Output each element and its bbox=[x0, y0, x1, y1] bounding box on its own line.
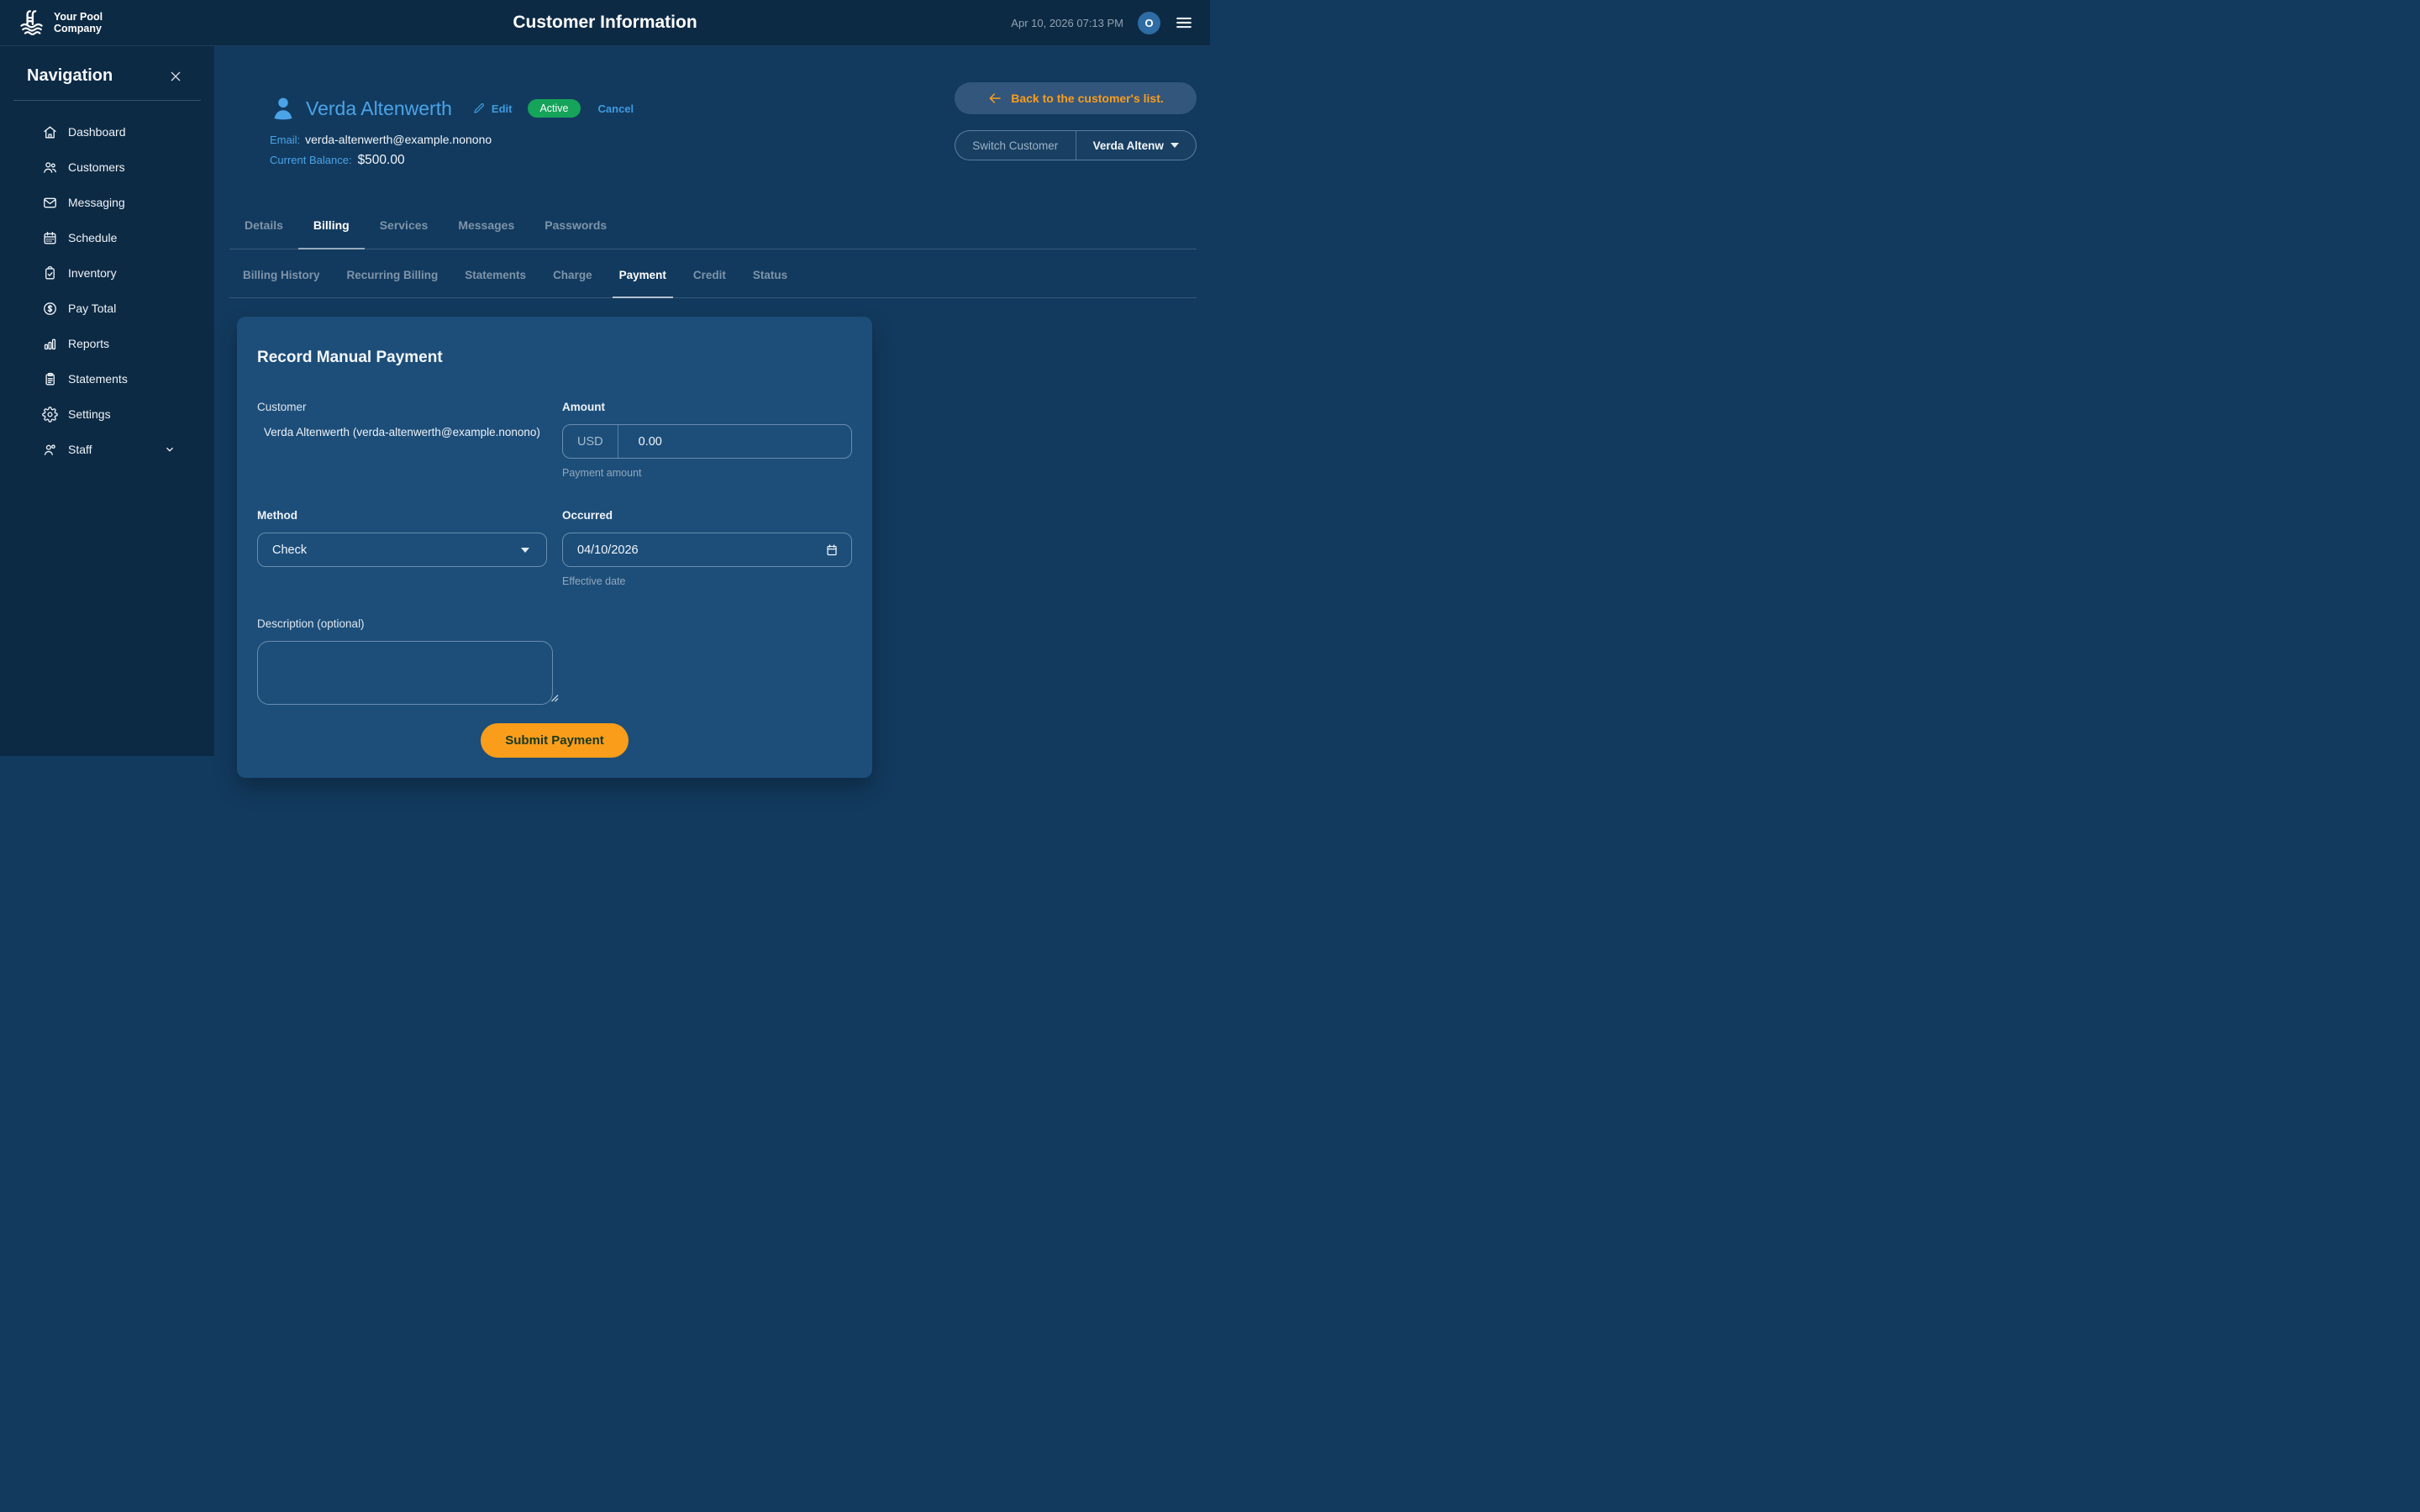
billing-subtabs: Billing HistoryRecurring BillingStatemen… bbox=[229, 249, 1197, 298]
arrow-left-icon bbox=[987, 91, 1002, 106]
resize-handle-icon[interactable] bbox=[550, 691, 559, 706]
switch-customer-label: Switch Customer bbox=[955, 131, 1076, 160]
record-payment-card: Record Manual Payment Customer Verda Alt… bbox=[237, 317, 872, 778]
sidebar-item-reports[interactable]: Reports bbox=[0, 326, 214, 361]
subtab-status[interactable]: Status bbox=[739, 249, 801, 297]
user-avatar[interactable]: O bbox=[1138, 12, 1160, 34]
customer-tabs: DetailsBillingServicesMessagesPasswords bbox=[229, 218, 1197, 249]
home-icon bbox=[42, 124, 58, 140]
edit-customer-button[interactable]: Edit bbox=[472, 102, 513, 115]
amount-helper: Payment amount bbox=[562, 467, 852, 479]
subtab-billing-history[interactable]: Billing History bbox=[229, 249, 334, 297]
balance-value: $500.00 bbox=[358, 153, 405, 167]
switch-customer-control[interactable]: Switch Customer Verda Altenw bbox=[955, 130, 1197, 160]
cancel-customer-link[interactable]: Cancel bbox=[598, 102, 634, 115]
sidebar-nav: Dashboard Customers Messaging Schedule bbox=[0, 114, 214, 467]
app-header: Your Pool Company Customer Information A… bbox=[0, 0, 1210, 46]
bar-chart-icon bbox=[42, 336, 58, 352]
tab-services[interactable]: Services bbox=[365, 218, 444, 249]
amount-input-group: USD bbox=[562, 424, 852, 459]
customer-field-value: Verda Altenwerth (verda-altenwerth@examp… bbox=[264, 425, 541, 441]
email-label: Email: bbox=[270, 134, 300, 146]
chevron-down-icon bbox=[164, 444, 176, 455]
method-select[interactable]: Check bbox=[257, 533, 547, 567]
sidebar-item-schedule[interactable]: Schedule bbox=[0, 220, 214, 255]
occurred-input-group bbox=[562, 533, 852, 567]
method-selected-value: Check bbox=[258, 543, 307, 557]
sidebar: Navigation Dashboard Customers bbox=[0, 46, 214, 756]
sidebar-item-pay-total[interactable]: Pay Total bbox=[0, 291, 214, 326]
hamburger-menu-icon[interactable] bbox=[1175, 13, 1193, 32]
close-icon[interactable] bbox=[169, 70, 182, 83]
sidebar-item-inventory[interactable]: Inventory bbox=[0, 255, 214, 291]
sidebar-item-dashboard[interactable]: Dashboard bbox=[0, 114, 214, 150]
subtab-credit[interactable]: Credit bbox=[680, 249, 739, 297]
switch-customer-dropdown[interactable]: Verda Altenw bbox=[1076, 131, 1197, 160]
main-content: Verda Altenwerth Edit Active Cancel Emai… bbox=[214, 46, 1210, 756]
currency-prefix: USD bbox=[563, 425, 618, 458]
amount-input[interactable] bbox=[618, 435, 851, 449]
email-value: verda-altenwerth@example.nonono bbox=[305, 133, 492, 146]
method-label: Method bbox=[257, 509, 547, 522]
staff-icon bbox=[42, 442, 58, 458]
calendar-icon bbox=[42, 230, 58, 246]
clipboard-check-icon bbox=[42, 265, 58, 281]
occurred-label: Occurred bbox=[562, 509, 852, 522]
tab-billing[interactable]: Billing bbox=[298, 218, 365, 249]
calendar-picker-icon[interactable] bbox=[825, 543, 839, 557]
customer-avatar-icon bbox=[270, 95, 297, 122]
customer-field-label: Customer bbox=[257, 401, 547, 413]
subtab-recurring-billing[interactable]: Recurring Billing bbox=[334, 249, 452, 297]
tab-details[interactable]: Details bbox=[229, 218, 298, 249]
company-name: Your Pool Company bbox=[54, 11, 103, 35]
datetime-display: Apr 10, 2026 07:13 PM bbox=[1011, 17, 1123, 29]
sidebar-item-staff[interactable]: Staff bbox=[0, 432, 214, 467]
balance-label: Current Balance: bbox=[270, 154, 352, 166]
select-caret-icon bbox=[521, 548, 529, 553]
subtab-charge[interactable]: Charge bbox=[539, 249, 606, 297]
page: Your Pool Company Customer Information A… bbox=[0, 0, 1210, 756]
customer-actions: Back to the customer's list. Switch Cust… bbox=[955, 82, 1197, 160]
mail-icon bbox=[42, 195, 58, 211]
description-label: Description (optional) bbox=[257, 617, 553, 630]
clipboard-list-icon bbox=[42, 371, 58, 387]
occurred-date-input[interactable] bbox=[563, 543, 851, 557]
customer-name: Verda Altenwerth bbox=[306, 97, 452, 120]
sidebar-title: Navigation bbox=[27, 66, 113, 86]
subtab-statements[interactable]: Statements bbox=[451, 249, 539, 297]
card-title: Record Manual Payment bbox=[257, 349, 852, 367]
amount-label: Amount bbox=[562, 401, 852, 413]
gear-icon bbox=[42, 407, 58, 423]
submit-payment-button[interactable]: Submit Payment bbox=[481, 723, 629, 758]
subtab-payment[interactable]: Payment bbox=[606, 249, 680, 297]
users-icon bbox=[42, 160, 58, 176]
tab-messages[interactable]: Messages bbox=[443, 218, 529, 249]
chevron-down-icon bbox=[1171, 143, 1179, 148]
sidebar-item-settings[interactable]: Settings bbox=[0, 396, 214, 432]
sidebar-item-customers[interactable]: Customers bbox=[0, 150, 214, 185]
dollar-circle-icon bbox=[42, 301, 58, 317]
pencil-icon bbox=[472, 102, 486, 115]
sidebar-item-statements[interactable]: Statements bbox=[0, 361, 214, 396]
tab-passwords[interactable]: Passwords bbox=[529, 218, 622, 249]
occurred-helper: Effective date bbox=[562, 575, 852, 587]
pool-logo-icon bbox=[17, 8, 47, 38]
description-textarea[interactable] bbox=[257, 641, 553, 705]
sidebar-item-messaging[interactable]: Messaging bbox=[0, 185, 214, 220]
back-to-customers-button[interactable]: Back to the customer's list. bbox=[955, 82, 1197, 114]
sidebar-divider bbox=[13, 100, 201, 101]
status-badge: Active bbox=[528, 99, 580, 118]
company-logo[interactable]: Your Pool Company bbox=[17, 8, 103, 38]
